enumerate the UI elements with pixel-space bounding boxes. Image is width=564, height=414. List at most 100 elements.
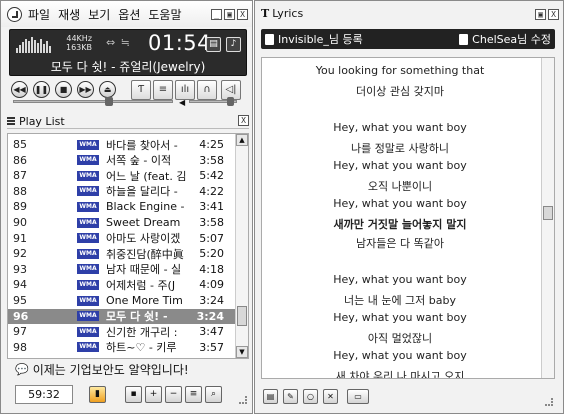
lyrics-line-current: 새까만 거짓말 늘어놓지 말지 [333, 218, 467, 231]
sample-rate: 44KHz [66, 34, 93, 43]
previous-button[interactable]: ◀◀ [11, 81, 28, 98]
playlist-row[interactable]: 95 WMA One More Tim 3:24 [8, 293, 235, 308]
lyrics-line: 오직 나뿐이니 [367, 180, 433, 193]
playlist-row[interactable]: 90 WMA Sweet Dream 3:58 [8, 215, 235, 230]
ad-marquee[interactable]: 💬 이제는 기업보안도 알약입니다! [15, 360, 245, 378]
lyrics-edit-icon[interactable]: ✎ [283, 389, 298, 404]
lyrics-toggle-icon[interactable]: ♪ [226, 37, 241, 52]
menu-options[interactable]: 옵션 [118, 6, 140, 23]
track-duration: 4:18 [199, 262, 224, 276]
playlist-row[interactable]: 91 WMA 아마도 사랑이겠 5:07 [8, 231, 235, 246]
lyrics-refresh-icon[interactable]: ○ [303, 389, 318, 404]
menu-help[interactable]: 도움말 [148, 6, 181, 23]
registered-by-text: Invisible_님 등록 [278, 33, 363, 46]
lyrics-list-icon[interactable]: ▤ [263, 389, 278, 404]
lyrics-line: Hey, what you want boy [333, 197, 467, 210]
playlist-row[interactable]: 87 WMA 어느 날 (feat. 김 5:42 [8, 168, 235, 183]
playlist-row[interactable]: 93 WMA 남자 때문에 - 실 4:18 [8, 262, 235, 277]
scroll-down-arrow-icon[interactable]: ▼ [236, 346, 248, 358]
playlist-scrollbar[interactable]: ▲ ▼ [235, 134, 248, 358]
playlist-row[interactable]: 92 WMA 취중진담(醉中眞 5:20 [8, 246, 235, 261]
track-number: 87 [13, 169, 27, 183]
search-icon[interactable]: ⌕ [205, 386, 222, 403]
resize-grip-icon[interactable] [545, 398, 553, 406]
sort-icon[interactable]: ≡ [185, 386, 202, 403]
equalizer-toggle-icon[interactable]: Ƭ [131, 80, 151, 100]
minimize-button[interactable]: _ [211, 9, 222, 20]
track-duration: 3:57 [199, 340, 224, 354]
playlist-close-button[interactable]: X [238, 115, 249, 126]
playlist-row[interactable]: 86 WMA 서쪽 숲 - 이적 3:58 [8, 153, 235, 168]
close-button[interactable]: X [237, 9, 248, 20]
track-number: 89 [13, 200, 27, 214]
track-number: 98 [13, 340, 27, 354]
mini-mode-button[interactable]: ▣ [224, 9, 235, 20]
player-titlebar: 파일 재생 보기 옵션 도움말 _ ▣ X [1, 1, 252, 27]
open-file-icon[interactable]: ▮ [89, 386, 106, 403]
playlist-row[interactable]: 88 WMA 하늘을 달리다 - 4:22 [8, 184, 235, 199]
resize-grip-icon[interactable] [239, 396, 247, 404]
track-duration: 3:41 [199, 200, 224, 214]
lyrics-uploader-bar: Invisible_님 등록 ChelSea님 수정 [261, 29, 555, 49]
track-duration: 5:20 [199, 247, 224, 261]
app-logo-icon [7, 6, 22, 22]
eject-button[interactable]: ⏏ [99, 81, 116, 98]
lyrics-scrollbar[interactable] [541, 58, 554, 378]
pause-button[interactable]: ❚❚ [33, 81, 50, 98]
playlist-header: Play List X [7, 114, 249, 129]
playlist-row[interactable]: 97 WMA 신기한 개구리 : 3:47 [8, 324, 235, 339]
track-duration: 3:24 [196, 309, 224, 323]
playlist-menu-icon[interactable]: ▪ [125, 386, 142, 403]
equalizer-bars-icon[interactable]: ılı [175, 80, 195, 100]
stop-button[interactable]: ■ [55, 81, 72, 98]
lyrics-line: 나를 정말로 사랑하니 [350, 142, 450, 155]
lyrics-keyboard-icon[interactable]: ▭ [347, 389, 369, 404]
edited-by-text: ChelSea님 수정 [472, 33, 551, 46]
volume-thumb[interactable] [226, 97, 234, 106]
playlist-row[interactable]: 89 WMA Black Engine - 3:41 [8, 199, 235, 214]
lcd-display: 44KHz 163KB ⇔ ≒ 01:54 ▤ ♪ 모두 다 쉿! - 쥬얼리(… [9, 29, 247, 76]
track-number: 90 [13, 216, 27, 229]
playlist-row[interactable]: 98 WMA 하트~♡ - 키루 3:57 [8, 340, 235, 355]
lyrics-close-button[interactable]: X [548, 9, 559, 20]
next-button[interactable]: ▶▶ [77, 81, 94, 98]
playlist-toolbar: 59:32 ▮ ▪ + − ≡ ⌕ [7, 384, 249, 406]
lyrics-content[interactable]: You looking for something that 더이상 관심 갖지마… [261, 57, 555, 379]
track-duration: 4:09 [199, 278, 224, 292]
list-icon [7, 117, 15, 125]
track-title: 남자 때문에 - 실 [106, 263, 182, 277]
lyrics-delete-icon[interactable]: ✕ [323, 389, 338, 404]
format-badge: WMA [77, 217, 99, 228]
track-number: 85 [13, 138, 27, 151]
menu-play[interactable]: 재생 [58, 6, 80, 23]
playlist-row[interactable]: 94 WMA 어제처럼 - 주(J 4:09 [8, 277, 235, 292]
lyrics-toolbar: ▤ ✎ ○ ✕ ▭ [261, 388, 555, 408]
list-view-icon[interactable]: ≡ [153, 80, 173, 100]
lyrics-float-button[interactable]: ▣ [535, 9, 546, 20]
format-badge: WMA [77, 279, 99, 290]
track-title: One More Tim [106, 294, 183, 307]
playlist-row[interactable]: 85 WMA 바다를 찾아서 - 4:25 [8, 137, 235, 152]
playlist: 85 WMA 바다를 찾아서 - 4:25 86 WMA 서쪽 숲 - 이적 3:58 87 WM… [7, 133, 249, 359]
seek-thumb[interactable] [105, 97, 114, 106]
menu-file[interactable]: 파일 [28, 6, 50, 23]
add-icon[interactable]: + [145, 386, 162, 403]
elapsed-time[interactable]: 01:54 [148, 31, 211, 55]
scroll-up-arrow-icon[interactable]: ▲ [236, 134, 248, 146]
lyrics-title: Lyrics [272, 7, 304, 20]
playlist-row-selected[interactable]: 96 WMA 모두 다 쉿! - 3:24 [8, 308, 235, 324]
playlist-scroll-thumb[interactable] [237, 306, 247, 327]
seek-bar[interactable] [13, 97, 173, 106]
player-window: 파일 재생 보기 옵션 도움말 _ ▣ X 44KHz 163KB ⇔ ≒ 01… [0, 0, 253, 414]
playlist-toggle-icon[interactable]: ▤ [206, 37, 221, 52]
spectrum-visualizer [16, 36, 52, 53]
volume-slider[interactable] [189, 97, 237, 106]
lyrics-scroll-thumb[interactable] [543, 205, 553, 220]
lyrics-line: 더이상 관심 갖지마 [356, 85, 444, 98]
menu-view[interactable]: 보기 [88, 6, 110, 23]
headphones-icon[interactable]: ∩ [197, 80, 217, 100]
track-duration: 3:58 [199, 153, 224, 167]
repeat-shuffle-indicator[interactable]: ⇔ ≒ [106, 36, 131, 49]
format-badge: WMA [77, 264, 99, 275]
remove-icon[interactable]: − [165, 386, 182, 403]
